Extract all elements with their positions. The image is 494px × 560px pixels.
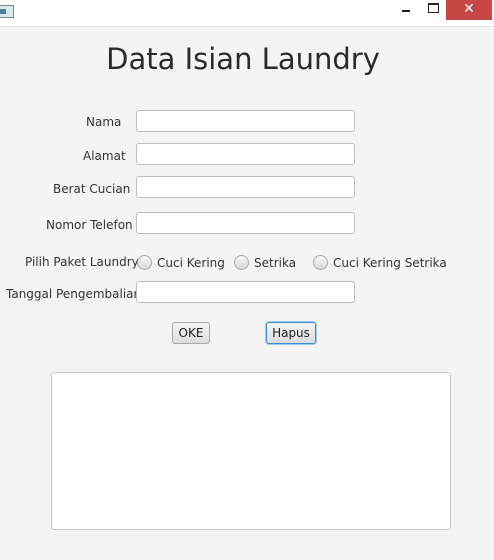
maximize-button[interactable]	[420, 0, 446, 20]
radio-label: Setrika	[254, 256, 297, 270]
alamat-label: Alamat	[83, 149, 126, 163]
radio-label: Cuci Kering	[157, 256, 225, 270]
tanggal-pengembalian-label: Tanggal Pengembalian	[6, 287, 142, 301]
nama-input[interactable]	[136, 110, 355, 132]
close-icon: ✕	[463, 1, 475, 17]
output-textarea[interactable]	[51, 372, 451, 530]
oke-button[interactable]: OKE	[172, 322, 210, 344]
alamat-input[interactable]	[136, 143, 355, 165]
radio-circle-icon[interactable]	[137, 255, 152, 270]
nomor-telefon-input[interactable]	[136, 212, 355, 234]
radio-cuci-kering[interactable]: Cuci Kering	[137, 255, 227, 271]
hapus-button[interactable]: Hapus	[266, 322, 316, 344]
maximize-icon	[428, 3, 439, 13]
berat-cucian-label: Berat Cucian	[53, 182, 131, 196]
minimize-icon	[402, 10, 410, 12]
radio-circle-icon[interactable]	[313, 255, 328, 270]
nama-label: Nama	[86, 115, 122, 129]
tanggal-pengembalian-input[interactable]	[136, 281, 355, 303]
radio-setrika[interactable]: Setrika	[234, 255, 298, 271]
close-button[interactable]: ✕	[446, 0, 492, 20]
app-icon	[0, 5, 14, 18]
nomor-telefon-label: Nomor Telefon	[46, 218, 133, 232]
page-title: Data Isian Laundry	[106, 42, 380, 76]
berat-cucian-input[interactable]	[136, 176, 355, 198]
window-titlebar: ✕	[0, 0, 494, 27]
radio-cuci-kering-setrika[interactable]: Cuci Kering Setrika	[313, 255, 447, 271]
minimize-button[interactable]	[392, 0, 420, 20]
radio-label: Cuci Kering Setrika	[333, 256, 447, 270]
radio-circle-icon[interactable]	[234, 255, 249, 270]
paket-laundry-label: Pilih Paket Laundry	[25, 255, 139, 269]
